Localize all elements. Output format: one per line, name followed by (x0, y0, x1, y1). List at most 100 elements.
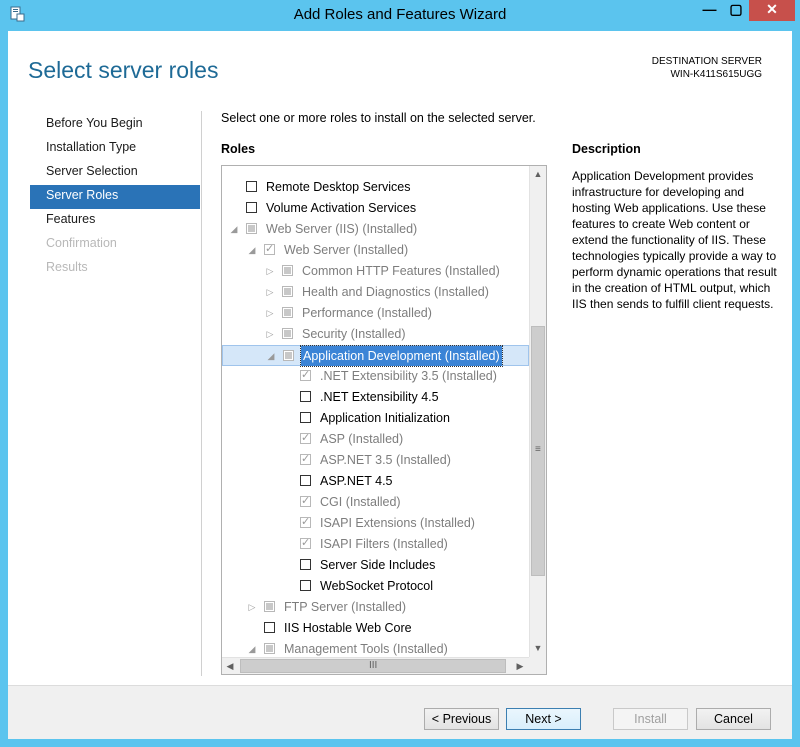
role-tree-item[interactable]: ▷ Security (Installed) (222, 324, 529, 345)
role-checkbox[interactable] (264, 622, 275, 633)
role-tree-item[interactable]: ▷ Health and Diagnostics (Installed) (222, 282, 529, 303)
role-tree-item[interactable]: ◢ Management Tools (Installed) (222, 639, 529, 657)
role-checkbox[interactable] (246, 202, 257, 213)
role-tree-item[interactable]: WebSocket Protocol (222, 576, 529, 597)
role-tree-item[interactable]: Volume Activation Services (222, 198, 529, 219)
role-label: Web Server (Installed) (284, 243, 409, 257)
role-checkbox[interactable]: ✓ (300, 454, 311, 465)
role-checkbox[interactable] (246, 223, 257, 234)
roles-tree[interactable]: Remote Desktop Services Volume Activation… (221, 165, 547, 675)
role-checkbox[interactable] (300, 559, 311, 570)
wizard-step-nav: Before You Begin Installation Type Server … (30, 113, 200, 281)
vertical-scrollbar[interactable]: ▲ ≡ ▼ (529, 166, 546, 657)
scroll-left-icon[interactable]: ◀ (222, 658, 238, 674)
role-checkbox[interactable]: ✓ (300, 538, 311, 549)
scroll-down-icon[interactable]: ▼ (530, 640, 546, 657)
nav-step-server-roles[interactable]: Server Roles (30, 185, 200, 209)
role-label: Application Development (Installed) (300, 345, 503, 367)
role-checkbox[interactable]: ✓ (300, 517, 311, 528)
page-title: Select server roles (28, 57, 219, 83)
role-tree-item[interactable]: ✓ ASP (Installed) (222, 429, 529, 450)
collapsed-arrow-icon[interactable]: ▷ (265, 303, 275, 323)
role-tree-item[interactable]: ◢ ✓ Web Server (Installed) (222, 240, 529, 261)
expanded-arrow-icon[interactable]: ◢ (247, 240, 257, 260)
role-tree-item[interactable]: Application Initialization (222, 408, 529, 429)
nav-step-features[interactable]: Features (30, 209, 200, 233)
role-tree-item[interactable]: ▷ Common HTTP Features (Installed) (222, 261, 529, 282)
nav-step-confirmation: Confirmation (46, 236, 117, 250)
collapsed-arrow-icon[interactable]: ▷ (265, 324, 275, 344)
maximize-button[interactable]: ▢ (723, 0, 749, 21)
previous-button[interactable]: < Previous (424, 708, 499, 730)
role-tree-item[interactable]: ◢ Web Server (IIS) (Installed) (222, 219, 529, 240)
role-checkbox[interactable]: ✓ (300, 496, 311, 507)
role-checkbox[interactable] (300, 580, 311, 591)
title-bar[interactable]: Add Roles and Features Wizard — ▢ ✕ (0, 0, 800, 31)
role-tree-item[interactable]: ✓ ISAPI Filters (Installed) (222, 534, 529, 555)
role-label: ASP (Installed) (320, 432, 404, 446)
role-checkbox[interactable]: ✓ (300, 370, 311, 381)
role-tree-item[interactable]: Remote Desktop Services (222, 177, 529, 198)
role-checkbox[interactable] (282, 307, 293, 318)
scroll-right-icon[interactable]: ▶ (512, 658, 528, 674)
role-label: Web Server (IIS) (Installed) (266, 222, 418, 236)
role-tree-item[interactable]: ✓ .NET Extensibility 3.5 (Installed) (222, 366, 529, 387)
role-tree-item[interactable]: ✓ CGI (Installed) (222, 492, 529, 513)
horizontal-scrollbar[interactable]: ◀ III ▶ (222, 657, 529, 674)
role-label: Management Tools (Installed) (284, 642, 448, 656)
close-button[interactable]: ✕ (749, 0, 795, 21)
horizontal-scroll-thumb[interactable]: III (240, 659, 506, 673)
role-checkbox[interactable] (264, 643, 275, 654)
role-checkbox[interactable] (282, 328, 293, 339)
role-checkbox[interactable] (264, 601, 275, 612)
wizard-client-area: Select server roles DESTINATION SERVER W… (8, 31, 792, 739)
expanded-arrow-icon[interactable]: ◢ (229, 219, 239, 239)
roles-label: Roles (221, 142, 256, 156)
next-button[interactable]: Next > (506, 708, 581, 730)
role-label: Performance (Installed) (302, 306, 432, 320)
role-tree-item[interactable]: ◢ Application Development (Installed) (222, 345, 529, 367)
role-checkbox[interactable] (246, 181, 257, 192)
role-label: Remote Desktop Services (266, 180, 411, 194)
role-tree-item[interactable]: ✓ ASP.NET 3.5 (Installed) (222, 450, 529, 471)
collapsed-arrow-icon[interactable]: ▷ (265, 261, 275, 281)
role-checkbox[interactable] (300, 475, 311, 486)
role-checkbox[interactable] (300, 412, 311, 423)
role-checkbox[interactable] (282, 286, 293, 297)
role-tree-item[interactable]: .NET Extensibility 4.5 (222, 387, 529, 408)
role-tree-item[interactable]: ASP.NET 4.5 (222, 471, 529, 492)
role-tree-item[interactable]: ▷ Performance (Installed) (222, 303, 529, 324)
instruction-text: Select one or more roles to install on t… (221, 111, 536, 125)
install-button[interactable]: Install (613, 708, 688, 730)
nav-step-installation-type[interactable]: Installation Type (30, 137, 200, 161)
collapsed-arrow-icon[interactable]: ▷ (247, 597, 257, 617)
nav-step-before-you-begin[interactable]: Before You Begin (30, 113, 200, 137)
button-bar: < Previous Next > Install Cancel (8, 686, 792, 739)
role-label: Server Side Includes (320, 558, 436, 572)
scroll-up-icon[interactable]: ▲ (530, 166, 546, 183)
role-label: ISAPI Extensions (Installed) (320, 516, 475, 530)
role-tree-item[interactable]: IIS Hostable Web Core (222, 618, 529, 639)
role-checkbox[interactable] (283, 350, 294, 361)
role-checkbox[interactable]: ✓ (300, 433, 311, 444)
expanded-arrow-icon[interactable]: ◢ (247, 639, 257, 657)
role-checkbox[interactable]: ✓ (264, 244, 275, 255)
nav-divider (201, 111, 202, 676)
nav-step-server-selection[interactable]: Server Selection (30, 161, 200, 185)
role-label: CGI (Installed) (320, 495, 401, 509)
collapsed-arrow-icon[interactable]: ▷ (265, 282, 275, 302)
role-tree-item[interactable]: Server Side Includes (222, 555, 529, 576)
minimize-button[interactable]: — (696, 0, 723, 21)
cancel-button[interactable]: Cancel (696, 708, 771, 730)
role-checkbox[interactable] (282, 265, 293, 276)
role-label: Security (Installed) (302, 327, 406, 341)
expanded-arrow-icon[interactable]: ◢ (266, 346, 276, 366)
role-label: .NET Extensibility 4.5 (320, 390, 439, 404)
role-checkbox[interactable] (300, 391, 311, 402)
role-label: Application Initialization (320, 411, 450, 425)
vertical-scroll-thumb[interactable]: ≡ (531, 326, 545, 576)
role-tree-item[interactable]: ✓ ISAPI Extensions (Installed) (222, 513, 529, 534)
role-label: WebSocket Protocol (320, 579, 434, 593)
role-tree-item[interactable]: ▷ FTP Server (Installed) (222, 597, 529, 618)
destination-server-info: DESTINATION SERVER WIN-K411S615UGG (652, 55, 762, 81)
